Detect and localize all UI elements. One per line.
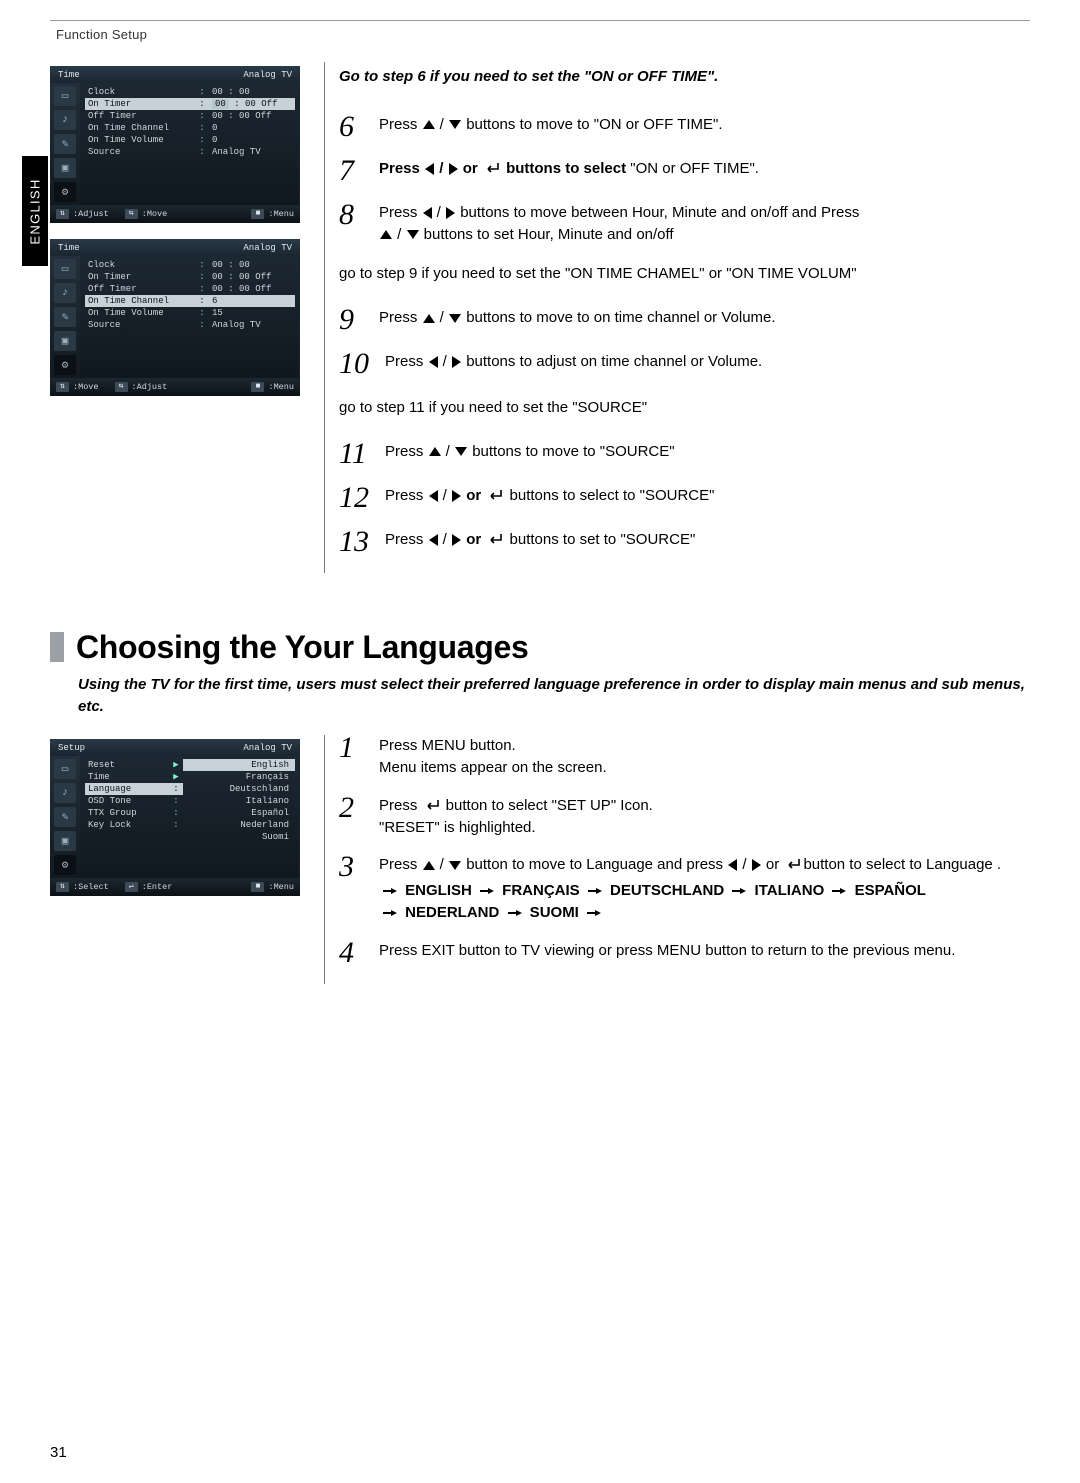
enter-icon [424, 799, 440, 811]
down-icon [407, 230, 419, 239]
setup-icon [54, 355, 76, 375]
arrow-right-icon [383, 880, 397, 902]
right-icon [452, 490, 461, 502]
up-icon [423, 120, 435, 129]
arrow-right-icon [480, 880, 494, 902]
pip-icon [54, 831, 76, 851]
right-icon [446, 207, 455, 219]
left-icon [429, 490, 438, 502]
up-icon [380, 230, 392, 239]
step-8: 8 Press / buttons to move between Hour, … [339, 202, 1030, 246]
lang-step-4: 4 Press EXIT button to TV viewing or pre… [339, 940, 1030, 968]
up-icon [429, 447, 441, 456]
step-9: 9 Press / buttons to move to on time cha… [339, 307, 1030, 335]
picture-icon [54, 759, 76, 779]
channel-icon [54, 307, 76, 327]
pip-icon [54, 158, 76, 178]
lang-step-1: 1 Press MENU button.Menu items appear on… [339, 735, 1030, 779]
setup-icon [54, 182, 76, 202]
sound-icon [54, 110, 76, 130]
sound-icon [54, 283, 76, 303]
note-step11: go to step 11 if you need to set the "SO… [339, 397, 1030, 419]
picture-icon [54, 86, 76, 106]
language-side-tab: ENGLISH [22, 156, 48, 266]
arrow-right-icon [588, 880, 602, 902]
up-icon [423, 861, 435, 870]
lang-step-3: 3 Press / button to move to Language and… [339, 854, 1030, 924]
enter-icon [487, 533, 503, 545]
arrow-right-icon [383, 902, 397, 924]
channel-icon [54, 807, 76, 827]
arrow-right-icon [587, 902, 601, 924]
intro-note: Go to step 6 if you need to set the "ON … [339, 66, 1030, 88]
page-number: 31 [50, 1444, 67, 1461]
channel-icon [54, 134, 76, 154]
osd-menu-time-channel: Time Analog TV Clock:00 : 00On Timer:00 … [50, 239, 300, 396]
right-icon [452, 356, 461, 368]
section-intro: Using the TV for the first time, users m… [78, 674, 1030, 718]
note-step9: go to step 9 if you need to set the "ON … [339, 263, 1030, 285]
section-bar-icon [50, 632, 64, 662]
down-icon [455, 447, 467, 456]
osd-menu-setup-language: Setup Analog TV Reset▶Time▶Language:OSD … [50, 739, 300, 896]
left-icon [429, 356, 438, 368]
left-icon [423, 207, 432, 219]
language-chain: ENGLISH FRANÇAIS DEUTSCHLAND ITALIANO ES… [379, 880, 1030, 924]
pip-icon [54, 331, 76, 351]
up-icon [423, 314, 435, 323]
enter-icon [484, 162, 500, 174]
step-13: 13 Press / or buttons to set to "SOURCE" [339, 529, 1030, 557]
down-icon [449, 861, 461, 870]
step-11: 11 Press / buttons to move to "SOURCE" [339, 441, 1030, 469]
sound-icon [54, 783, 76, 803]
arrow-right-icon [732, 880, 746, 902]
picture-icon [54, 259, 76, 279]
osd-menu-time-ontimer: Time Analog TV Clock:00 : 00On Timer:00 … [50, 66, 300, 223]
right-icon [752, 859, 761, 871]
setup-icon [54, 855, 76, 875]
down-icon [449, 120, 461, 129]
arrow-right-icon [508, 902, 522, 924]
step-7: 7 Press / or buttons to select "ON or OF… [339, 158, 1030, 186]
lang-step-2: 2 Press button to select "SET UP" Icon."… [339, 795, 1030, 839]
right-icon [452, 534, 461, 546]
right-icon [449, 163, 458, 175]
down-icon [449, 314, 461, 323]
header-section: Function Setup [56, 27, 1030, 42]
left-icon [429, 534, 438, 546]
left-icon [728, 859, 737, 871]
step-12: 12 Press / or buttons to select to "SOUR… [339, 485, 1030, 513]
enter-icon [487, 489, 503, 501]
enter-icon [785, 858, 801, 870]
section-heading: Choosing the Your Languages [50, 629, 1030, 666]
arrow-right-icon [832, 880, 846, 902]
step-6: 6 Press / buttons to move to "ON or OFF … [339, 114, 1030, 142]
left-icon [425, 163, 434, 175]
step-10: 10 Press / buttons to adjust on time cha… [339, 351, 1030, 379]
